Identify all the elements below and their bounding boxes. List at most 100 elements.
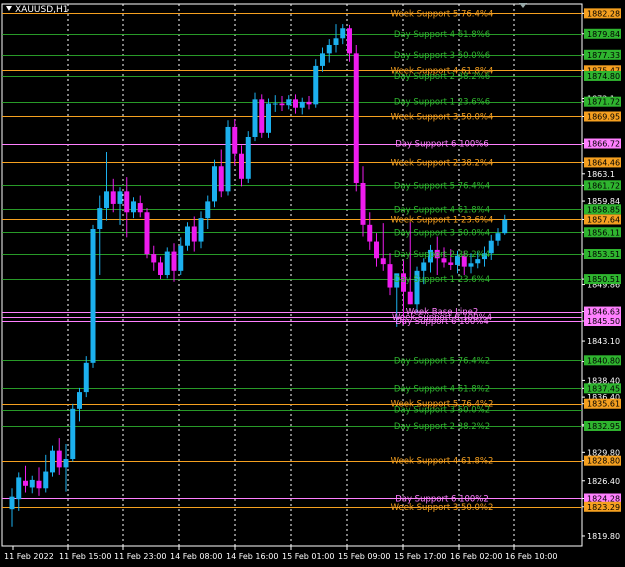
x-tick-label: 14 Feb 16:00 [226,552,278,561]
level-label: Day Support 3 50.0%4 [394,228,490,238]
candle-body [340,28,346,39]
chart-shift-arrow-icon[interactable] [519,3,527,8]
dropdown-triangle-icon[interactable] [6,6,12,11]
price-badge-label: 1869.95 [587,112,620,121]
candle-body [218,166,224,192]
chart-window[interactable]: 11 Feb 2022 11 Feb 15:00 11 Feb 23:00 14 Fe… [0,0,625,567]
price-badge-label: 1828.80 [587,457,620,466]
x-tick-label: 11 Feb 15:00 [59,552,111,561]
candle-body [421,262,427,271]
level-label: Day Support 4 61.8%6 [394,30,490,40]
candle-body [374,241,379,259]
level-label: Day Support 4 61.8%2 [394,384,490,394]
level-label: Week Support 3 50.0%2 [391,503,494,513]
candle-body [225,126,231,192]
candle-body [185,226,190,246]
candle-body [158,262,163,275]
candle-body [266,103,271,133]
candle-body [407,291,413,305]
level-label: Week Support 1 23.6%4 [391,215,494,225]
candle-body [9,496,15,510]
candle-body [367,224,373,242]
candle-body [259,99,265,133]
level-label: Week Support 3 50.0%4 [391,112,494,122]
candle-body [353,53,359,183]
candle-body [117,191,123,204]
x-tick-label: 14 Feb 08:00 [170,552,222,561]
candle-body [448,262,454,265]
candle-body [63,459,69,468]
candle-body [380,258,386,265]
level-label: Week Support 2 38.2%4 [391,158,494,168]
candle-body [191,226,197,242]
price-badge-label: 1853.51 [587,250,620,259]
candle-body [137,203,143,213]
level-label: Day Support 5 76.4%2 [394,356,490,366]
price-badge-label: 1858.85 [587,205,620,214]
candle-body [90,228,96,363]
candle-body [23,480,28,486]
candle-body [299,101,305,108]
candle-body [36,480,42,489]
price-badge-label: 1845.50 [587,317,620,326]
price-badge-label: 1850.51 [587,275,620,284]
level-label: Day Support 1 23.6%6 [394,98,490,108]
candle-body [83,362,89,393]
y-tick-label: 1819.80 [587,532,620,541]
candle-body [124,191,130,213]
x-tick-label: 15 Feb 01:00 [282,552,334,561]
candle-body [347,28,352,54]
price-badge-label: 1832.95 [587,422,620,431]
candle-body [320,53,325,66]
candle-body [164,251,170,275]
candle-body [178,245,184,271]
candle-body [43,471,49,489]
level-label: Day Support 6 100%6 [395,140,489,150]
price-badge-label: 1866.72 [587,140,620,149]
price-badge-label: 1882.28 [587,9,620,18]
y-tick-label: 1826.40 [587,477,620,486]
price-badge-label: 1823.29 [587,503,620,512]
level-label: Day Support 2 38.2%6 [394,72,490,82]
plot-frame [1,3,583,547]
candle-body [198,218,204,242]
candle-body [110,191,116,204]
y-tick-label: 1843.10 [587,337,620,346]
level-label: Day Support 3 50.0%2 [394,406,490,416]
candle-body [77,392,82,409]
candle-body [286,99,292,106]
price-badge-label: 1871.72 [587,98,620,107]
price-badge-label: 1879.84 [587,30,620,39]
candle-body [313,65,319,105]
candle-body [97,208,103,229]
x-tick-label: 15 Feb 09:00 [338,552,390,561]
x-tick-label: 16 Feb 02:00 [450,552,502,561]
level-label: Day Support 1 23.6%4 [394,275,490,285]
price-badge-label: 1835.61 [587,400,620,409]
candle-body [151,254,157,263]
candle-body [272,103,278,105]
candle-body [131,201,136,213]
candle-body [279,103,285,106]
symbol-title: XAUUSD,H1 [6,5,69,15]
level-label: Week Support 4 61.8%2 [391,457,494,467]
candle-body [252,99,258,137]
candle-body [326,44,332,54]
price-badge-label: 1846.63 [587,308,620,317]
candle-body [29,479,35,488]
level-label: Day Support 3 50.0%6 [394,51,490,61]
candle-body [468,263,474,267]
x-tick-label: 15 Feb 17:00 [394,552,446,561]
price-badge-label: 1840.80 [587,356,620,365]
candle-body [360,182,366,225]
level-label: Week Support 5 76.4%4 [391,9,494,19]
candle-body [144,212,150,255]
x-tick-label: 16 Feb 10:00 [505,552,557,561]
candle-body [205,201,211,219]
price-chart[interactable]: 11 Feb 2022 11 Feb 15:00 11 Feb 23:00 14 Fe… [0,0,625,567]
candle-body [502,219,508,234]
price-badge-label: 1874.80 [587,72,620,81]
candle-body [171,251,177,271]
candle-body [56,450,62,468]
candle-body [50,450,55,473]
